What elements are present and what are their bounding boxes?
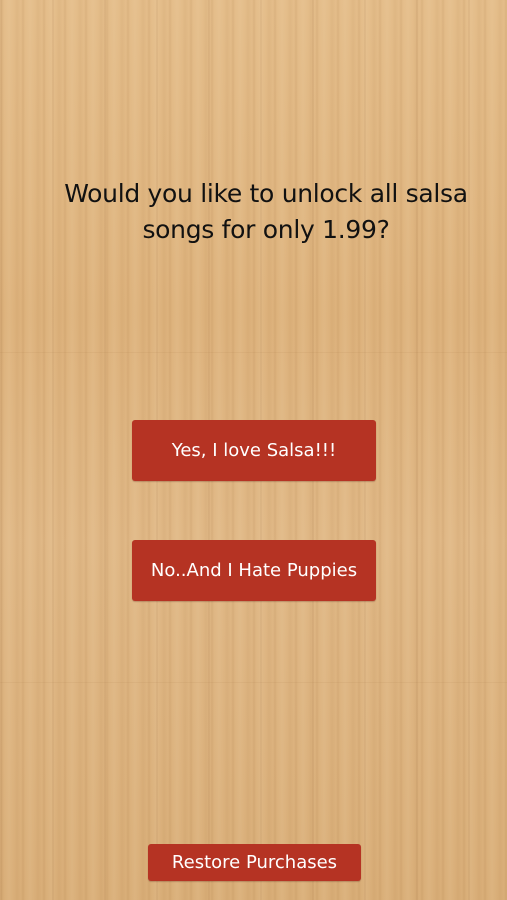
decline-purchase-button[interactable]: No..And I Hate Puppies (132, 540, 376, 601)
restore-purchases-button[interactable]: Restore Purchases (148, 844, 361, 881)
unlock-question-text: Would you like to unlock all salsa songs… (64, 179, 468, 244)
wood-plank-seam (0, 352, 507, 353)
wood-plank-seam (0, 682, 507, 683)
accept-purchase-button[interactable]: Yes, I love Salsa!!! (132, 420, 376, 481)
